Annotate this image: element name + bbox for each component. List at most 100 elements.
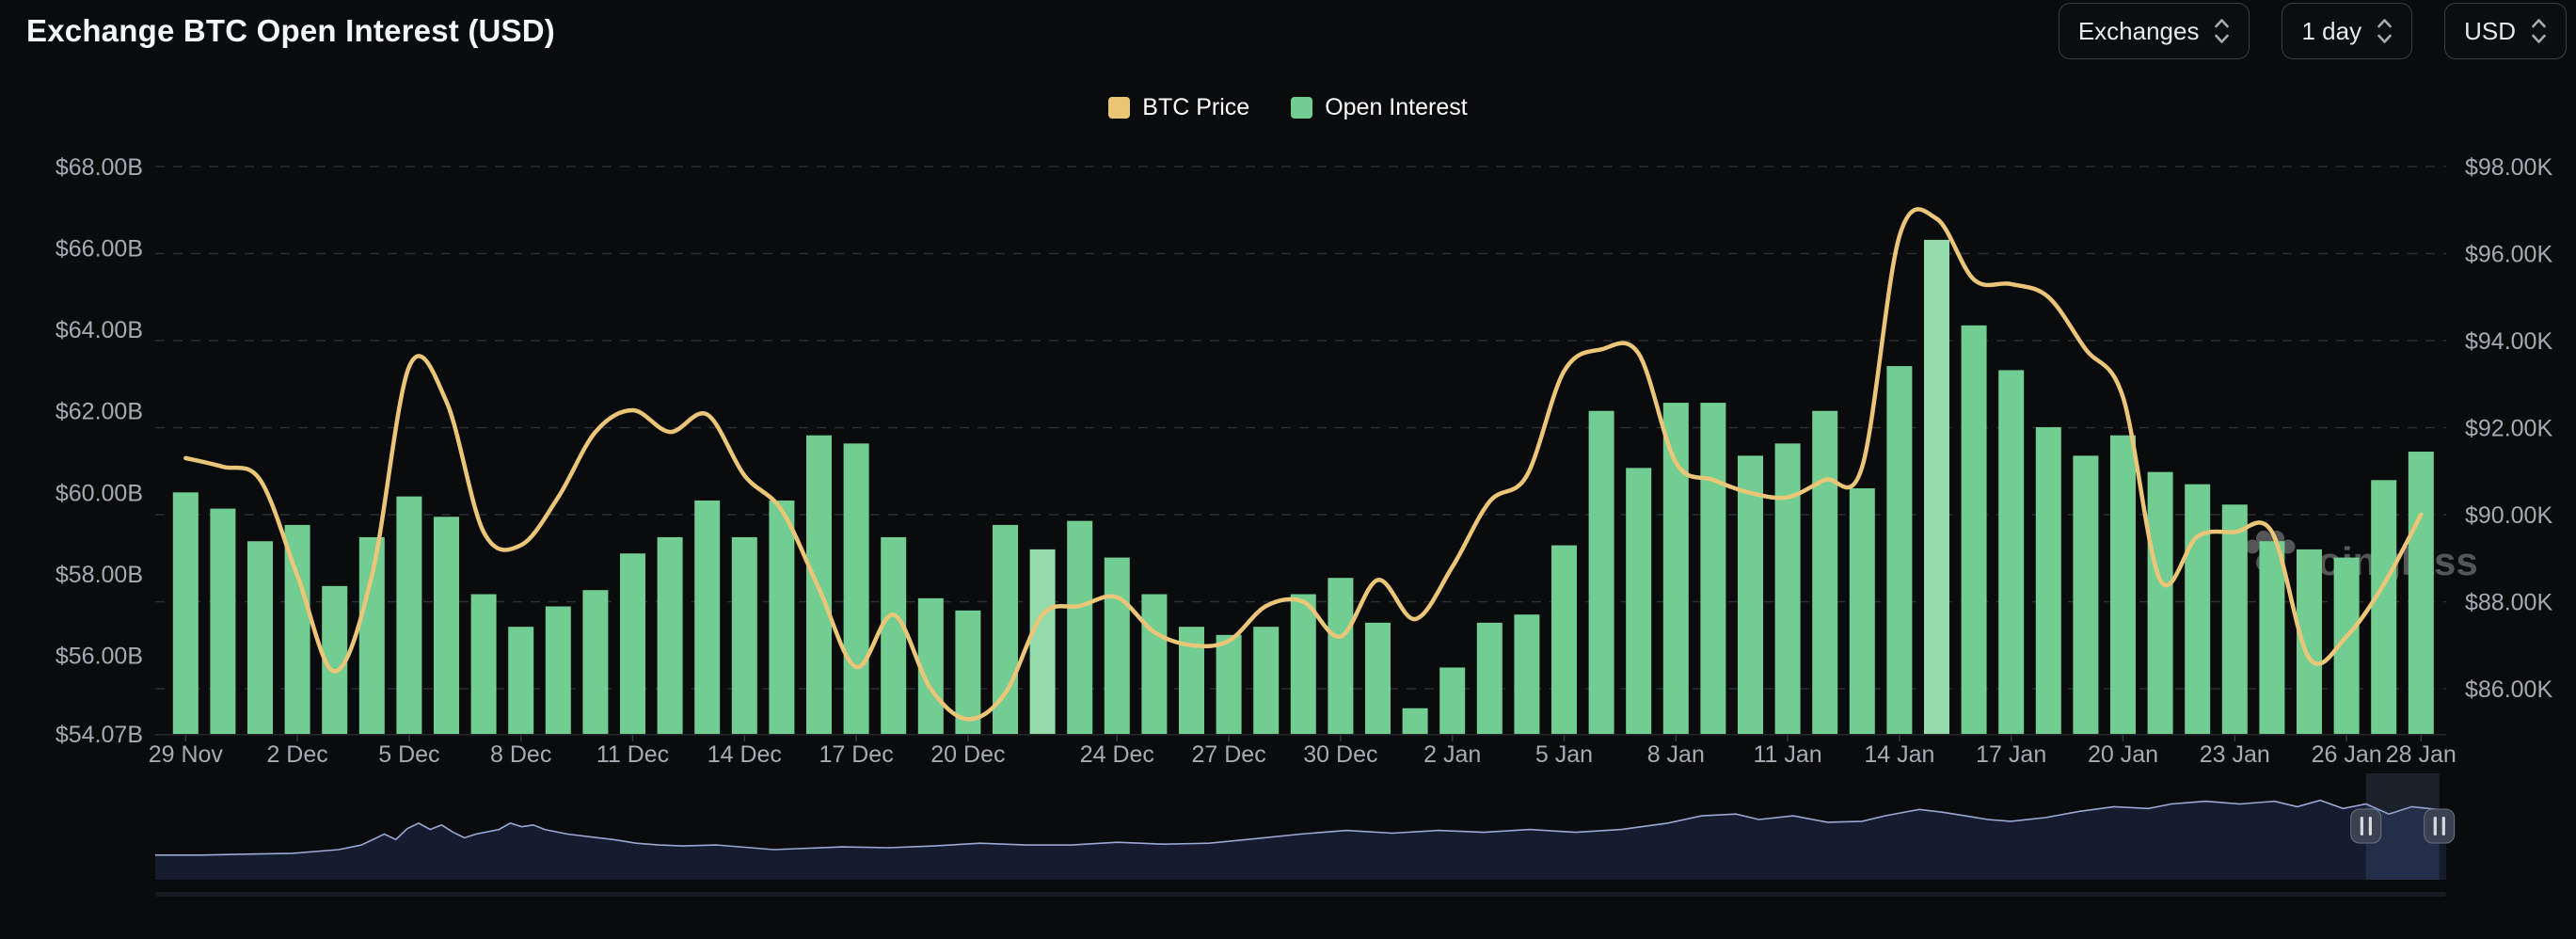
oi-bar[interactable] <box>173 492 199 734</box>
chart-controls: Exchanges 1 day USD <box>2059 3 2567 59</box>
exchanges-select-label: Exchanges <box>2078 17 2200 46</box>
left-axis-tick-label: $62.00B <box>56 399 143 425</box>
interval-select-label: 1 day <box>2301 17 2361 46</box>
x-axis-tick-label: 2 Dec <box>266 741 327 768</box>
updown-chevron-icon <box>2377 17 2393 45</box>
oi-bar[interactable] <box>1700 403 1725 734</box>
legend-item-label: BTC Price <box>1142 94 1249 121</box>
x-axis-tick-label: 8 Jan <box>1647 741 1705 768</box>
oi-bar[interactable] <box>1962 326 1987 734</box>
oi-bar[interactable] <box>1141 595 1167 734</box>
navigator-left-handle[interactable] <box>2351 809 2381 843</box>
x-axis-tick-label: 17 Dec <box>819 741 893 768</box>
navigator-right-handle[interactable] <box>2425 809 2455 843</box>
x-axis-tick-label: 23 Jan <box>2200 741 2270 768</box>
zoom-scrollbar-track[interactable] <box>155 892 2446 897</box>
currency-select[interactable]: USD <box>2444 3 2567 59</box>
oi-bar[interactable] <box>1626 468 1651 734</box>
handle-pill[interactable] <box>2425 809 2455 843</box>
oi-bar[interactable] <box>2259 541 2284 734</box>
oi-bar[interactable] <box>1030 549 1056 734</box>
oi-bar[interactable] <box>1775 443 1801 734</box>
oi-bar[interactable] <box>881 537 906 734</box>
x-axis-tick-label: 5 Jan <box>1535 741 1593 768</box>
left-axis-tick-label: $60.00B <box>56 480 143 506</box>
chart-background <box>0 0 2576 939</box>
handle-pill[interactable] <box>2351 809 2381 843</box>
right-axis-tick-label: $88.00K <box>2465 590 2552 616</box>
oi-bar[interactable] <box>2036 427 2061 734</box>
oi-bar[interactable] <box>1812 411 1837 734</box>
oi-bar[interactable] <box>2409 452 2434 734</box>
oi-bar[interactable] <box>844 443 869 734</box>
interval-select[interactable]: 1 day <box>2282 3 2412 59</box>
exchanges-select[interactable]: Exchanges <box>2059 3 2250 59</box>
oi-bar[interactable] <box>1216 635 1242 734</box>
chart-legend: BTC Price Open Interest <box>0 94 2576 121</box>
oi-bar[interactable] <box>1328 578 1353 734</box>
oi-bar[interactable] <box>1514 614 1539 734</box>
oi-bar[interactable] <box>1291 595 1316 734</box>
right-axis-tick-label: $98.00K <box>2465 154 2552 181</box>
oi-bar[interactable] <box>1924 240 1949 734</box>
oi-bar[interactable] <box>620 553 645 734</box>
legend-item-open-interest[interactable]: Open Interest <box>1291 94 1467 121</box>
oi-bar[interactable] <box>1439 667 1465 734</box>
left-axis-tick-label: $64.00B <box>56 317 143 343</box>
x-axis-tick-label: 26 Jan <box>2312 741 2382 768</box>
oi-bar[interactable] <box>1589 411 1614 734</box>
oi-bar[interactable] <box>1105 558 1130 734</box>
oi-bar[interactable] <box>1850 488 1875 734</box>
oi-bar[interactable] <box>582 590 608 734</box>
oi-bar[interactable] <box>396 497 421 734</box>
oi-bar[interactable] <box>769 501 794 734</box>
handle-grip-icon <box>2434 817 2437 836</box>
oi-bar[interactable] <box>1477 623 1503 734</box>
currency-select-label: USD <box>2464 17 2516 46</box>
oi-bar[interactable] <box>2371 480 2396 734</box>
oi-bar[interactable] <box>732 537 757 734</box>
oi-bar[interactable] <box>1998 370 2024 734</box>
x-axis-tick-label: 30 Dec <box>1303 741 1377 768</box>
x-axis-tick-label: 17 Jan <box>1976 741 2046 768</box>
x-axis-tick-label: 8 Dec <box>490 741 551 768</box>
x-axis-tick-label: 5 Dec <box>378 741 439 768</box>
oi-bar[interactable] <box>1067 521 1092 734</box>
x-axis-tick-label: 28 Jan <box>2386 741 2457 768</box>
oi-bar[interactable] <box>1551 546 1577 734</box>
x-axis-tick-label: 2 Jan <box>1423 741 1481 768</box>
left-axis-tick-label: $68.00B <box>56 154 143 181</box>
oi-bar[interactable] <box>1886 366 1912 734</box>
oi-bar[interactable] <box>658 537 683 734</box>
handle-grip-icon <box>2361 817 2363 836</box>
x-axis-tick-label: 20 Jan <box>2088 741 2158 768</box>
x-axis-tick-label: 27 Dec <box>1191 741 1265 768</box>
oi-bar[interactable] <box>247 541 273 734</box>
handle-grip-icon <box>2369 817 2372 836</box>
oi-bar[interactable] <box>2073 455 2098 734</box>
oi-bar[interactable] <box>471 595 497 734</box>
x-axis-tick-label: 20 Dec <box>930 741 1005 768</box>
oi-bar[interactable] <box>2185 485 2210 734</box>
right-axis-tick-label: $86.00K <box>2465 676 2552 703</box>
page-title: Exchange BTC Open Interest (USD) <box>26 13 555 49</box>
oi-bar[interactable] <box>1253 627 1279 734</box>
oi-bar[interactable] <box>2222 504 2248 734</box>
oi-bar[interactable] <box>434 517 459 734</box>
oi-bar[interactable] <box>546 607 571 734</box>
oi-bar[interactable] <box>508 627 533 734</box>
oi-bar[interactable] <box>1738 455 1763 734</box>
legend-item-btc-price[interactable]: BTC Price <box>1108 94 1249 121</box>
oi-bar[interactable] <box>1365 623 1391 734</box>
oi-bar[interactable] <box>2110 436 2136 734</box>
x-axis-tick-label: 11 Dec <box>596 741 669 768</box>
oi-bar[interactable] <box>210 509 235 734</box>
right-axis-tick-label: $94.00K <box>2465 328 2552 355</box>
oi-bar[interactable] <box>1403 708 1428 734</box>
oi-bar[interactable] <box>694 501 720 734</box>
x-axis-tick-label: 14 Jan <box>1864 741 1934 768</box>
oi-bar[interactable] <box>2148 472 2173 734</box>
oi-bar[interactable] <box>1663 403 1689 734</box>
left-axis-tick-label: $56.00B <box>56 643 143 669</box>
updown-chevron-icon <box>2214 17 2230 45</box>
